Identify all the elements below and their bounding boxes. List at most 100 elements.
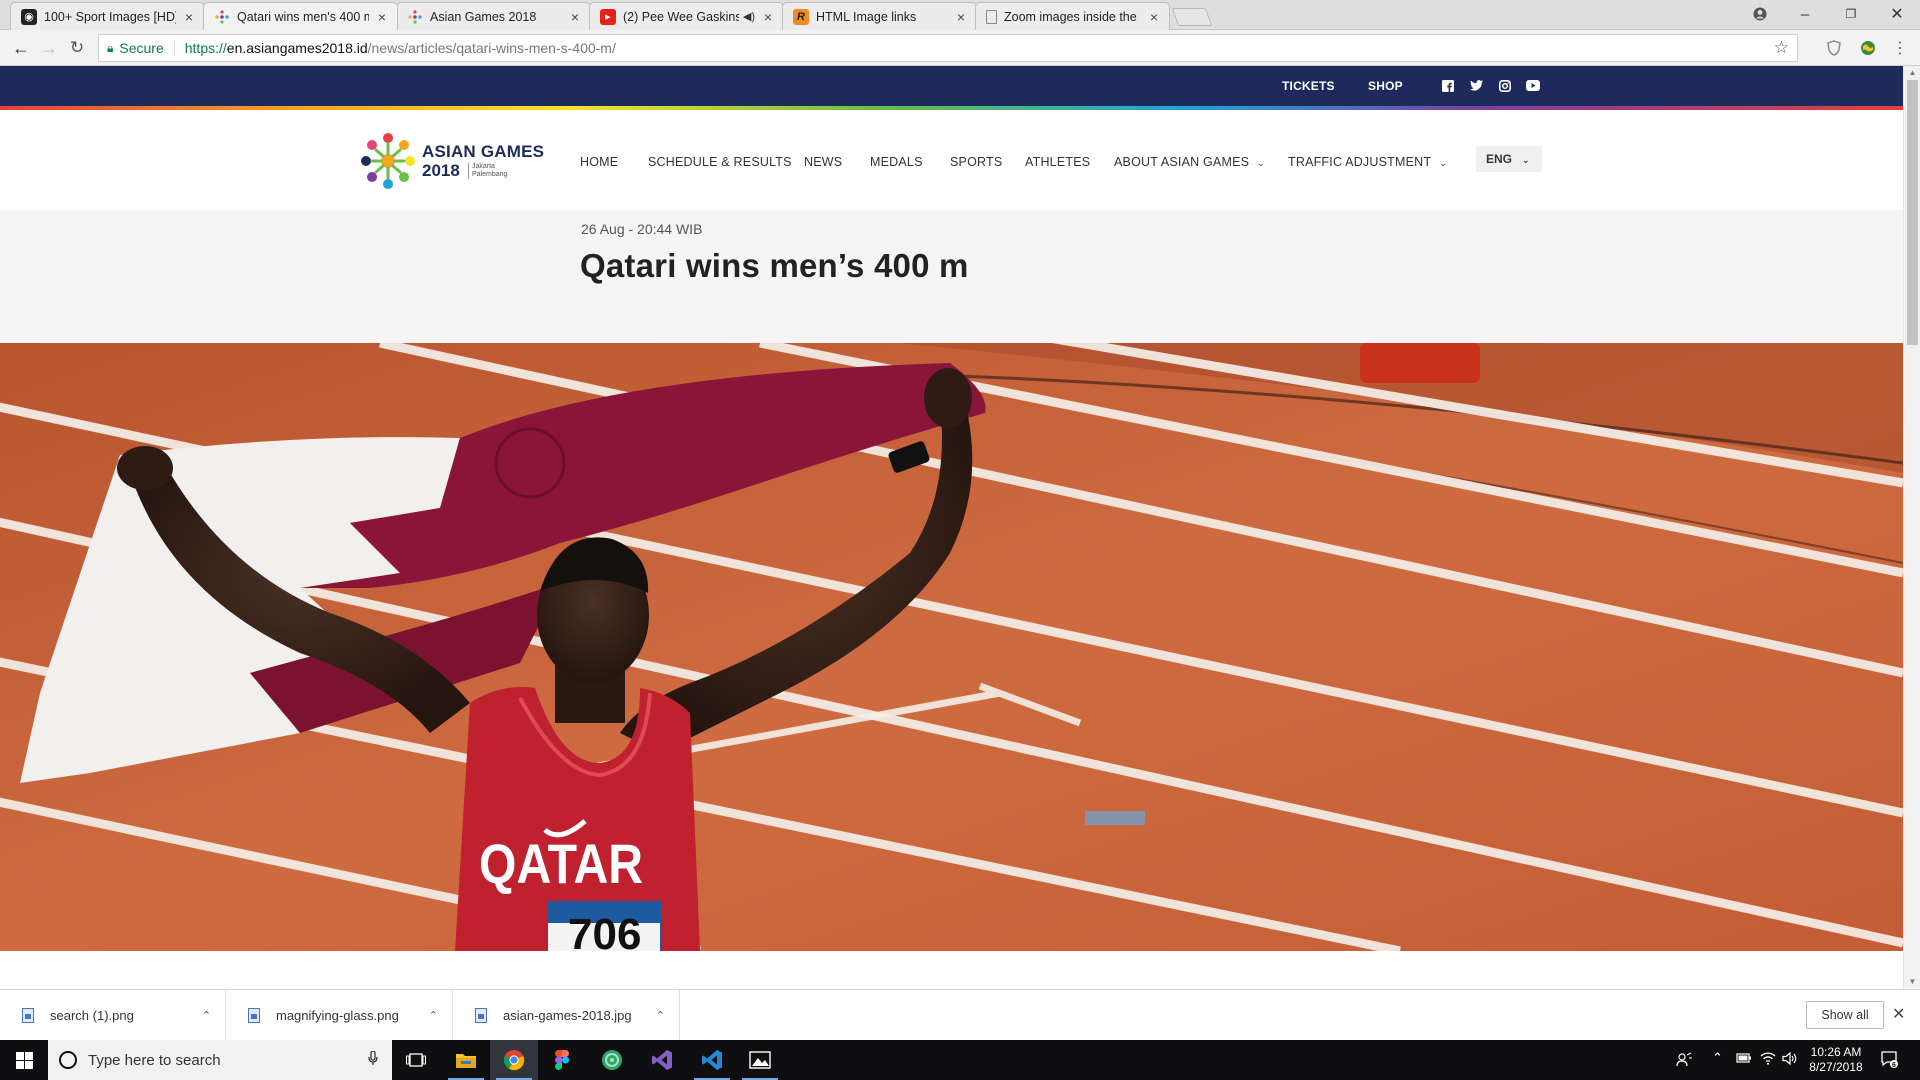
new-tab-button[interactable] bbox=[1171, 8, 1213, 26]
youtube-icon[interactable] bbox=[1525, 78, 1540, 93]
chevron-up-icon[interactable]: ⌃ bbox=[202, 1009, 211, 1022]
nav-traffic-dropdown[interactable]: TRAFFIC ADJUSTMENT ⌄ bbox=[1288, 155, 1447, 169]
tab-title: (2) Pee Wee Gaskins - bbox=[623, 9, 739, 24]
tab-html-image-links[interactable]: R HTML Image links × bbox=[782, 2, 977, 30]
tab-zoom-images[interactable]: Zoom images inside the × bbox=[975, 2, 1170, 30]
article-header: 26 Aug - 20:44 WIB Qatari wins men’s 400… bbox=[0, 210, 1903, 343]
visual-studio-icon[interactable] bbox=[638, 1040, 686, 1080]
shield-extension-icon[interactable] bbox=[1824, 38, 1844, 58]
globe-extension-icon[interactable] bbox=[1858, 38, 1878, 58]
menu-kebab-icon[interactable]: ⋮ bbox=[1890, 38, 1910, 58]
chevron-up-icon[interactable]: ⌃ bbox=[429, 1009, 438, 1022]
clock-time: 10:26 AM bbox=[1810, 1045, 1862, 1059]
action-center-icon[interactable]: 6 bbox=[1880, 1050, 1898, 1071]
file-explorer-icon[interactable] bbox=[442, 1040, 490, 1080]
close-tab-icon[interactable]: × bbox=[182, 9, 196, 25]
taskbar-search-box[interactable]: Type here to search bbox=[48, 1040, 392, 1080]
speaker-icon[interactable]: ◀) bbox=[743, 10, 755, 23]
nav-home[interactable]: HOME bbox=[580, 155, 618, 169]
close-downloads-icon[interactable]: ✕ bbox=[1892, 1004, 1905, 1024]
download-filename: magnifying-glass.png bbox=[276, 1008, 399, 1023]
system-clock[interactable]: 10:26 AM 8/27/2018 bbox=[1806, 1045, 1866, 1075]
figma-icon[interactable] bbox=[538, 1040, 586, 1080]
windows-logo-icon bbox=[15, 1051, 33, 1069]
secure-label: Secure bbox=[119, 40, 175, 56]
minimize-button[interactable]: – bbox=[1782, 0, 1828, 28]
download-item[interactable]: magnifying-glass.png ⌃ bbox=[226, 990, 453, 1041]
forward-icon[interactable]: → bbox=[36, 36, 62, 60]
green-app-icon[interactable] bbox=[588, 1040, 636, 1080]
clock-date: 8/27/2018 bbox=[1809, 1060, 1863, 1074]
asian-games-icon bbox=[407, 9, 423, 25]
people-icon[interactable] bbox=[1676, 1052, 1692, 1071]
download-item[interactable]: search (1).png ⌃ bbox=[0, 990, 226, 1041]
back-icon[interactable]: ← bbox=[8, 36, 34, 60]
bookmark-star-icon[interactable]: ☆ bbox=[1774, 38, 1789, 58]
tickets-link[interactable]: TICKETS bbox=[1282, 79, 1335, 93]
task-view-icon[interactable] bbox=[392, 1040, 440, 1080]
close-window-button[interactable]: ✕ bbox=[1874, 0, 1920, 28]
nav-schedule-results[interactable]: SCHEDULE & RESULTS bbox=[648, 155, 792, 169]
article-headline: Qatari wins men’s 400 m bbox=[580, 247, 969, 284]
asian-games-logo[interactable]: ASIAN GAMES 2018 Jakarta Palembang bbox=[360, 130, 550, 192]
shop-link[interactable]: SHOP bbox=[1368, 79, 1403, 93]
address-bar[interactable]: 🔒︎ Secure https://en.asiangames2018.id/n… bbox=[98, 34, 1798, 62]
file-icon bbox=[22, 1008, 34, 1023]
search-placeholder: Type here to search bbox=[88, 1051, 221, 1069]
nav-medals[interactable]: MEDALS bbox=[870, 155, 923, 169]
language-label: ENG bbox=[1486, 152, 1513, 166]
camera-icon: ◉ bbox=[21, 8, 37, 25]
runner-with-flag-image: QATAR 706 bbox=[0, 343, 1903, 951]
youtube-icon: ▶ bbox=[600, 8, 616, 25]
close-tab-icon[interactable]: × bbox=[1147, 9, 1161, 25]
language-selector[interactable]: ENG ⌄ bbox=[1476, 146, 1542, 172]
url-scheme: https:// bbox=[184, 40, 227, 56]
reload-icon[interactable]: ↻ bbox=[64, 36, 90, 60]
vscode-icon[interactable] bbox=[688, 1040, 736, 1080]
show-hidden-icons-icon[interactable]: ⌃ bbox=[1712, 1050, 1723, 1066]
chrome-icon[interactable] bbox=[490, 1040, 538, 1080]
scrollbar-thumb[interactable] bbox=[1907, 80, 1918, 345]
nav-athletes[interactable]: ATHLETES bbox=[1025, 155, 1090, 169]
page-scrollbar[interactable]: ▲ ▼ bbox=[1903, 66, 1920, 989]
battery-icon[interactable] bbox=[1736, 1052, 1752, 1067]
download-filename: search (1).png bbox=[50, 1008, 134, 1023]
site-top-bar: TICKETS SHOP bbox=[0, 66, 1903, 106]
profile-icon[interactable] bbox=[1737, 0, 1783, 28]
nav-about-dropdown[interactable]: ABOUT ASIAN GAMES ⌄ bbox=[1114, 155, 1265, 169]
file-icon bbox=[248, 1008, 260, 1023]
page-viewport: TICKETS SHOP ASIAN GAMES 2018 Jakarta Pa… bbox=[0, 66, 1903, 989]
asian-games-icon bbox=[214, 9, 230, 25]
close-tab-icon[interactable]: × bbox=[761, 9, 775, 25]
tab-youtube[interactable]: ▶ (2) Pee Wee Gaskins - ◀) × bbox=[589, 2, 784, 30]
scroll-down-arrow-icon[interactable]: ▼ bbox=[1904, 975, 1920, 989]
chevron-up-icon[interactable]: ⌃ bbox=[656, 1009, 665, 1022]
close-tab-icon[interactable]: × bbox=[568, 9, 582, 25]
start-button[interactable] bbox=[0, 1040, 48, 1080]
twitter-icon[interactable] bbox=[1469, 78, 1484, 93]
nav-sports[interactable]: SPORTS bbox=[950, 155, 1002, 169]
close-tab-icon[interactable]: × bbox=[375, 9, 389, 25]
download-item[interactable]: asian-games-2018.jpg ⌃ bbox=[453, 990, 680, 1041]
photos-app-icon[interactable] bbox=[736, 1040, 784, 1080]
downloads-bar: search (1).png ⌃ magnifying-glass.png ⌃ … bbox=[0, 989, 1920, 1041]
tab-title: Asian Games 2018 bbox=[430, 9, 537, 24]
microphone-icon[interactable] bbox=[368, 1050, 378, 1069]
tab-sport-images[interactable]: ◉ 100+ Sport Images [HD] × bbox=[10, 2, 205, 30]
scroll-up-arrow-icon[interactable]: ▲ bbox=[1904, 66, 1920, 80]
nav-news[interactable]: NEWS bbox=[804, 155, 842, 169]
tab-asian-games[interactable]: Asian Games 2018 × bbox=[396, 2, 591, 30]
bib-number: 706 bbox=[568, 910, 641, 951]
show-all-downloads-button[interactable]: Show all bbox=[1806, 1001, 1884, 1029]
instagram-icon[interactable] bbox=[1497, 78, 1512, 93]
download-filename: asian-games-2018.jpg bbox=[503, 1008, 632, 1023]
tab-title: HTML Image links bbox=[816, 9, 917, 24]
tab-qatari-wins[interactable]: Qatari wins men's 400 m × bbox=[203, 2, 398, 30]
facebook-icon[interactable] bbox=[1440, 78, 1455, 93]
lock-icon: 🔒︎ bbox=[107, 40, 114, 55]
close-tab-icon[interactable]: × bbox=[954, 9, 968, 25]
restore-button[interactable]: ❐ bbox=[1828, 0, 1874, 28]
article-hero-photo: QATAR 706 bbox=[0, 343, 1903, 951]
wifi-icon[interactable] bbox=[1760, 1052, 1776, 1068]
volume-icon[interactable] bbox=[1782, 1051, 1798, 1068]
